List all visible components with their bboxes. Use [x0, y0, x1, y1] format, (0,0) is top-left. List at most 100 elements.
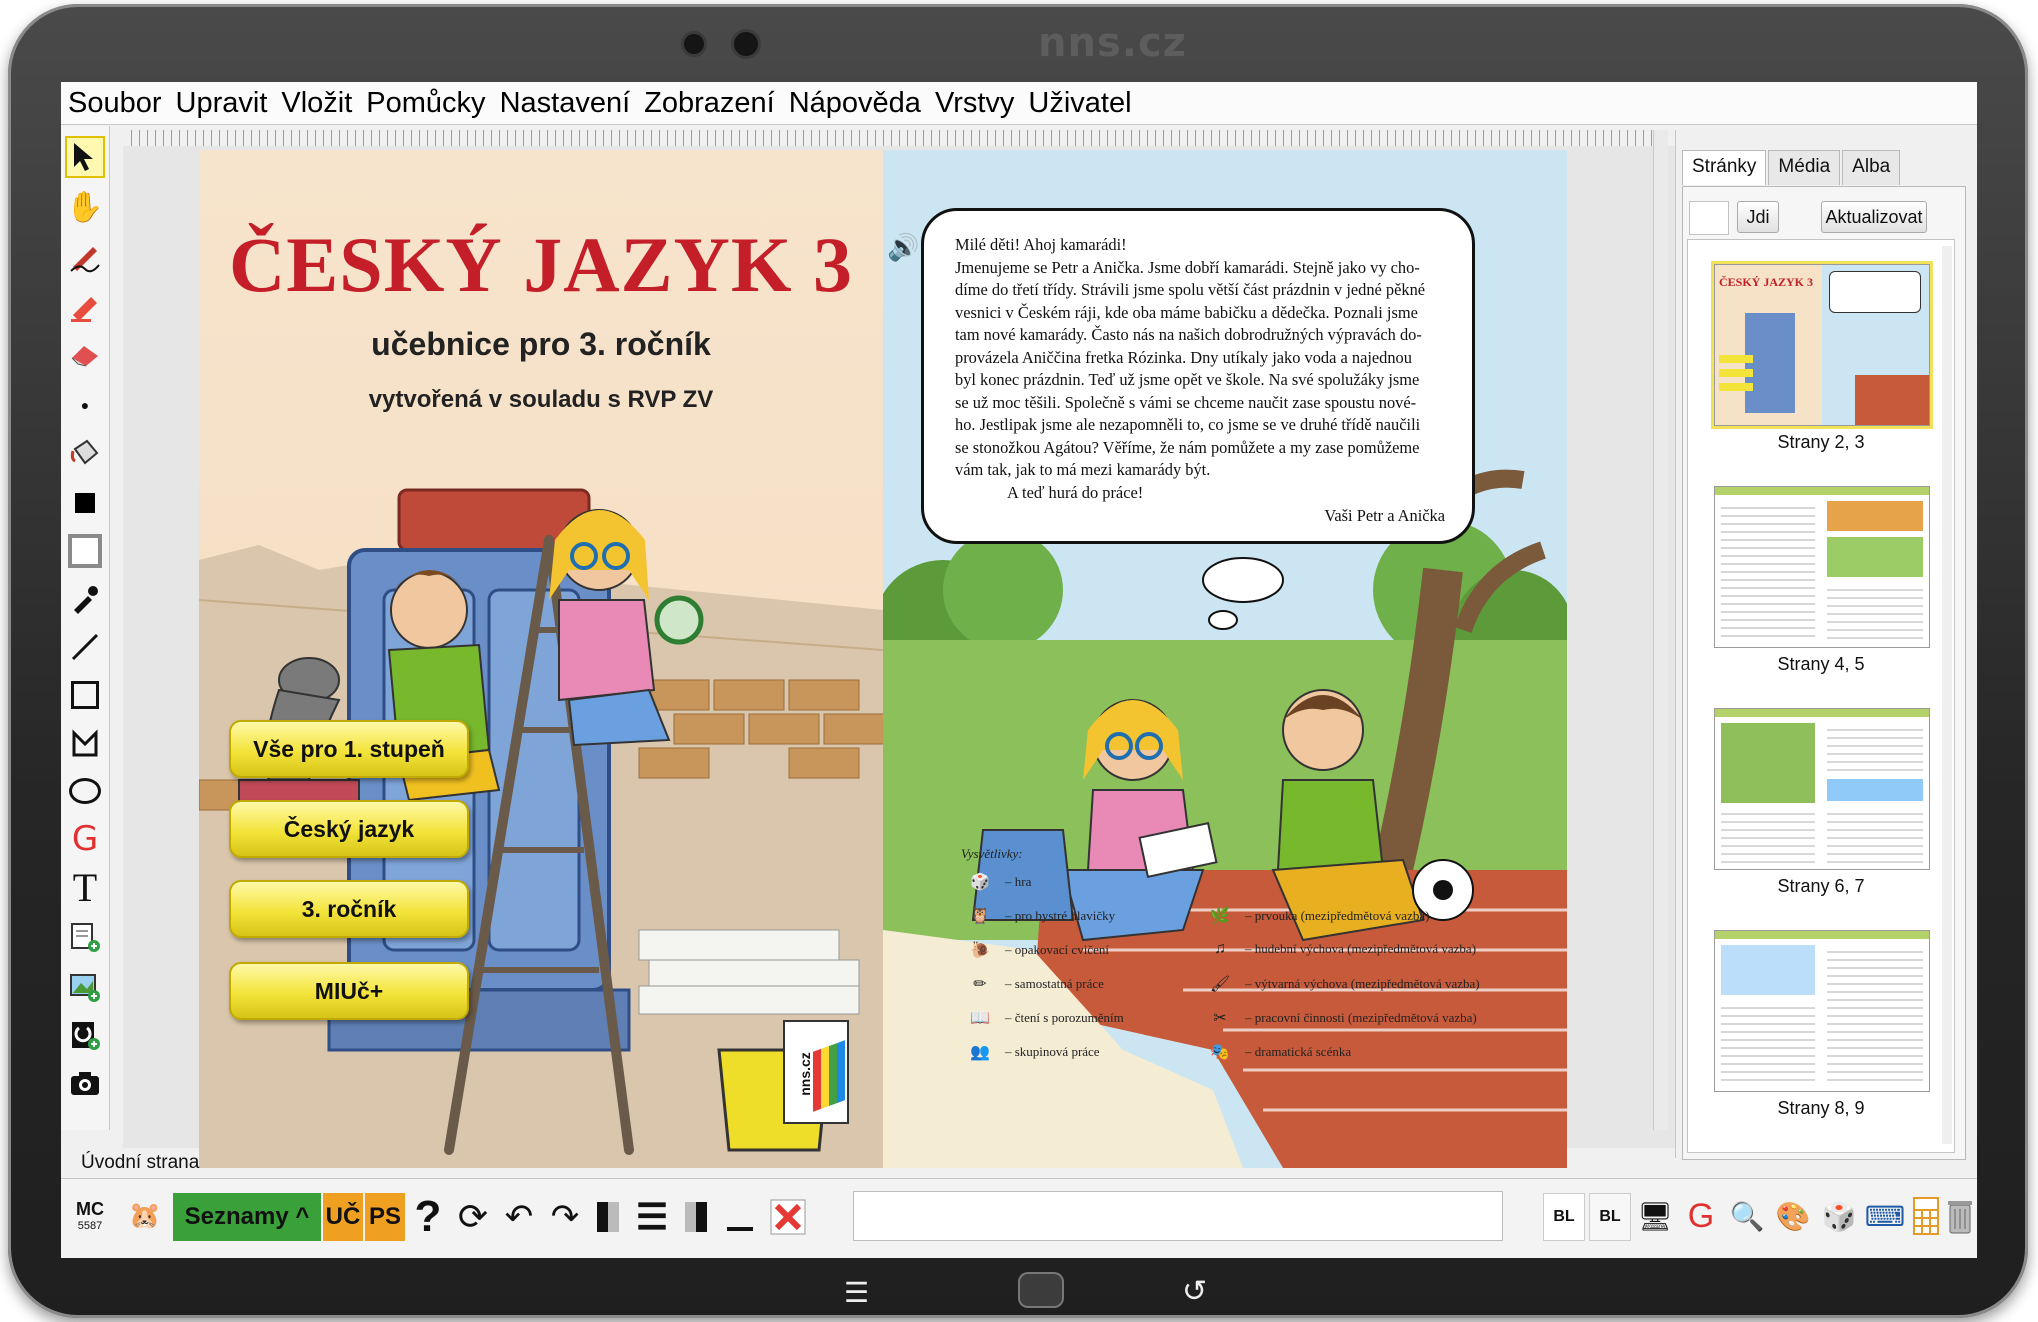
minimize-icon[interactable]	[723, 1197, 757, 1237]
page-thumbnail[interactable]: ČESKÝ JAZYK 3	[1714, 264, 1930, 426]
page-thumbnail[interactable]	[1714, 930, 1930, 1092]
menu-soubor[interactable]: Soubor	[61, 82, 169, 124]
thumbnail-label: Strany 6, 7	[1777, 876, 1865, 896]
add-note-icon[interactable]	[65, 916, 105, 958]
canvas-vertical-scrollbar[interactable]	[1653, 130, 1668, 1130]
keyboard-icon[interactable]: ⌨	[1865, 1193, 1905, 1239]
plant-icon: 🌿	[1210, 908, 1230, 925]
legend-item-hudebni: ♫ – hudební výchova (mezipředmětová vazba…	[1209, 940, 1476, 958]
page-thumbnail[interactable]	[1714, 708, 1930, 870]
mc-counter[interactable]: MC 5587	[71, 1189, 109, 1241]
mascot-icon[interactable]: 🐹	[127, 1195, 163, 1235]
thumbnail-label: Strany 2, 3	[1777, 432, 1865, 452]
close-icon[interactable]	[767, 1195, 809, 1239]
command-input[interactable]	[853, 1191, 1503, 1241]
help-icon[interactable]: ?	[411, 1189, 445, 1245]
thumbnail-scrollbar[interactable]	[1942, 246, 1952, 1144]
menu-upravit[interactable]: Upravit	[169, 82, 275, 124]
panel-tabs: Stránky Média Alba	[1682, 150, 1902, 185]
menu-napoveda[interactable]: Nápověda	[782, 82, 928, 124]
palette-icon[interactable]: 🎨	[1773, 1193, 1813, 1239]
goto-button[interactable]: Jdi	[1737, 201, 1779, 233]
publisher-logo-text: nns.cz	[796, 1052, 813, 1096]
rectangle-tool-icon[interactable]	[65, 674, 105, 716]
letter-line: ho. Jestlipak jsme ale nezapomněli to, c…	[955, 415, 1421, 434]
line-tool-icon[interactable]	[65, 626, 105, 668]
masks-icon: 🎭	[1210, 1044, 1230, 1061]
menu-nastaveni[interactable]: Nastavení	[493, 82, 638, 124]
ps-button[interactable]: PS	[365, 1193, 405, 1241]
google-search-icon[interactable]: G	[65, 818, 105, 860]
letter-signature: Vaši Petr a Anička	[955, 506, 1445, 526]
tab-pages[interactable]: Stránky	[1682, 150, 1767, 185]
filled-rectangle-icon[interactable]	[65, 482, 105, 524]
legend-label: – opakovací cvičení	[1005, 942, 1109, 957]
nav-button-vse-pro-1-stupen[interactable]: Vše pro 1. stupeň	[229, 720, 469, 778]
text-tool-icon[interactable]: T	[65, 865, 105, 910]
tab-media[interactable]: Média	[1768, 150, 1841, 185]
nav-button-cesky-jazyk[interactable]: Český jazyk	[229, 800, 469, 858]
magnifier-icon[interactable]: 🔍	[1727, 1193, 1767, 1239]
menu-pomucky[interactable]: Pomůcky	[359, 82, 492, 124]
add-media-icon[interactable]	[65, 1014, 105, 1056]
menu-vlozit[interactable]: Vložit	[274, 82, 359, 124]
bottom-toolbar: MC 5587 🐹 Seznamy ^ UČ PS ? ⟳ ↶ ↷ ☰ BL B…	[61, 1178, 1977, 1258]
trash-icon[interactable]	[1945, 1193, 1975, 1239]
highlighter-tool-icon[interactable]	[65, 286, 105, 328]
legend-label: – čtení s porozuměním	[1005, 1010, 1124, 1025]
page-thumbnail-list: ČESKÝ JAZYK 3 Strany 2, 3 Strany 4, 5 St…	[1687, 239, 1955, 1153]
menu-zobrazeni[interactable]: Zobrazení	[637, 82, 782, 124]
legend-item-dramaticka: 🎭 – dramatická scénka	[1209, 1042, 1351, 1062]
menu-uzivatel[interactable]: Uživatel	[1021, 82, 1138, 124]
fill-bucket-tool-icon[interactable]	[65, 432, 105, 474]
letter-line: Jmenujeme se Petr a Anička. Jsme dobří k…	[955, 257, 1420, 277]
pen-tool-icon[interactable]	[65, 236, 105, 278]
nav-button-miuc-plus[interactable]: MIUč+	[229, 962, 469, 1020]
line-color-icon[interactable]	[65, 530, 105, 572]
home-hardware-button[interactable]	[1018, 1272, 1064, 1308]
camera-icon[interactable]	[65, 1062, 105, 1104]
add-image-icon[interactable]	[65, 966, 105, 1008]
book-subtitle-rvp: vytvořená v souladu s RVP ZV	[368, 386, 714, 413]
scissors-icon: ✂	[1213, 1010, 1227, 1027]
refresh-button[interactable]: Aktualizovat	[1821, 201, 1927, 233]
lists-button[interactable]: Seznamy ^	[173, 1193, 321, 1241]
uc-button[interactable]: UČ	[323, 1193, 363, 1241]
nav-button-3-rocnik[interactable]: 3. ročník	[229, 880, 469, 938]
menu-vrstvy[interactable]: Vrstvy	[928, 82, 1021, 124]
bl-button[interactable]: BL	[1543, 1193, 1585, 1241]
page-thumbnail[interactable]	[1714, 486, 1930, 648]
music-note-icon: ♫	[1214, 940, 1226, 957]
menu-hardware-button[interactable]: ☰	[844, 1276, 869, 1309]
ellipse-tool-icon[interactable]	[65, 770, 105, 812]
refresh-icon[interactable]: ⟳	[453, 1193, 493, 1241]
legend-item-vytvarna: 🖌 – výtvarná výchova (mezipředmětová vazb…	[1209, 974, 1480, 994]
legend-label: – samostatná práce	[1005, 976, 1104, 991]
page-number-input[interactable]	[1689, 201, 1729, 235]
polygon-tool-icon[interactable]	[65, 722, 105, 764]
google-icon[interactable]: G	[1681, 1193, 1721, 1239]
intro-letter-text: Milé děti! Ahoj kamarádi! Jmenujeme se P…	[955, 234, 1455, 504]
bl-search-button[interactable]: BL	[1589, 1193, 1631, 1241]
redo-icon[interactable]: ↷	[545, 1193, 585, 1241]
dice-icon[interactable]: 🎲	[1819, 1193, 1859, 1239]
back-hardware-button[interactable]: ↺	[1182, 1274, 1207, 1309]
legend-label: – dramatická scénka	[1245, 1044, 1352, 1059]
audio-speaker-icon[interactable]: 🔊	[887, 232, 919, 263]
color-picker-icon[interactable]	[65, 578, 105, 620]
tab-albums[interactable]: Alba	[1842, 150, 1901, 185]
show-left-page-icon[interactable]	[591, 1197, 625, 1237]
letter-line: se stonožkou Agátou? Věříme, že nám pomů…	[955, 437, 1420, 457]
undo-icon[interactable]: ↶	[499, 1193, 539, 1241]
dot-tool-icon[interactable]: ●	[65, 384, 105, 426]
two-pages-icon[interactable]: ☰	[635, 1196, 669, 1237]
keyboard-screen-icon[interactable]: 🖥	[1635, 1193, 1675, 1239]
hand-tool-icon[interactable]: ✋	[65, 186, 105, 228]
pointer-tool-icon[interactable]	[65, 136, 105, 178]
calculator-icon[interactable]	[1911, 1193, 1941, 1239]
cover-page: ČESKÝ JAZYK 3 učebnice pro 3. ročník vyt…	[199, 150, 883, 1168]
show-right-page-icon[interactable]	[679, 1197, 713, 1237]
intro-page: 🔊 Milé děti! Ahoj kamarádi! Jmenujeme se…	[883, 150, 1567, 1168]
legend-item-cteni: 📖 – čtení s porozuměním	[969, 1008, 1124, 1028]
eraser-tool-icon[interactable]	[65, 334, 105, 376]
